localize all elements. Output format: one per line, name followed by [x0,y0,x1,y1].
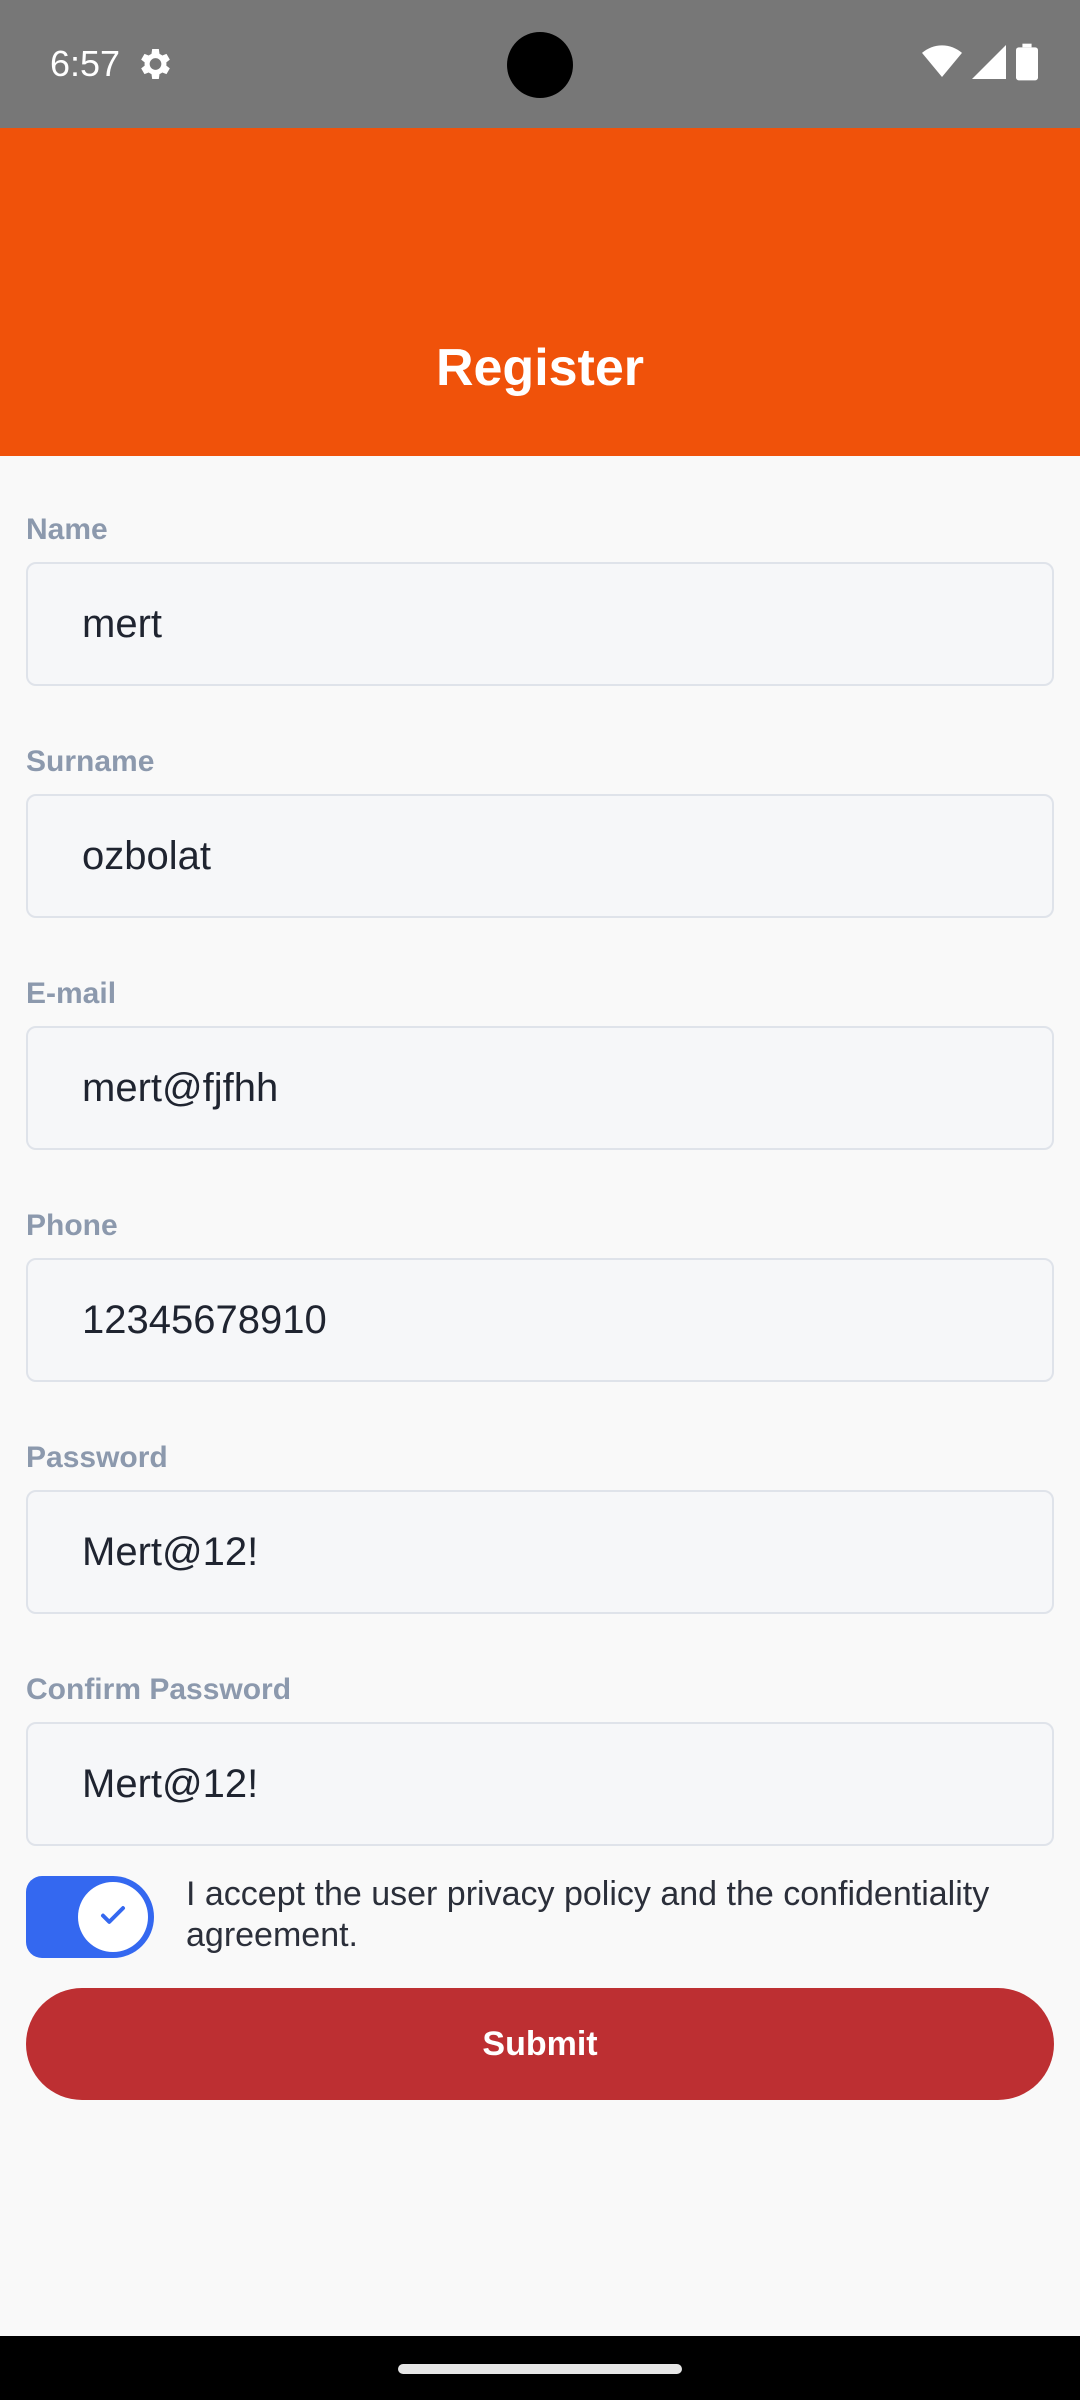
phone-label: Phone [26,1209,118,1242]
settings-gear-icon [134,44,174,84]
navigation-bar [0,2336,1080,2400]
consent-toggle[interactable] [26,1876,154,1958]
consent-text: I accept the user privacy policy and the… [186,1875,990,1954]
page-title: Register [435,339,645,397]
password-field-group: Password [26,1384,1054,1616]
battery-icon [1016,43,1038,86]
wifi-icon [922,44,962,84]
password-label: Password [26,1441,168,1474]
confirm-password-input[interactable] [26,1722,1054,1846]
confirm-password-field-group: Confirm Password [26,1616,1054,1848]
name-field-group: Name [26,456,1054,688]
toggle-knob [78,1882,148,1952]
name-input[interactable] [26,562,1054,686]
status-bar: 6:57 [0,0,1080,128]
submit-button[interactable]: Submit [26,1988,1054,2100]
email-field-group: E-mail [26,920,1054,1152]
password-input[interactable] [26,1490,1054,1614]
confirm-password-label: Confirm Password [26,1673,292,1706]
register-screen: 6:57 Register Name mert Surname ozbolat … [0,0,1080,2400]
name-label: Name [26,513,108,546]
phone-input[interactable] [26,1258,1054,1382]
app-header: Register [0,128,1080,456]
home-gesture-handle[interactable] [398,2364,682,2374]
email-input[interactable] [26,1026,1054,1150]
surname-label: Surname [26,745,155,778]
status-icons [922,43,1038,86]
camera-cutout [507,32,573,98]
phone-field-group: Phone [26,1152,1054,1384]
consent-row: I accept the user privacy policy and the… [26,1872,1054,1958]
email-label: E-mail [26,977,117,1010]
checkmark-icon [98,1900,128,1935]
surname-input[interactable] [26,794,1054,918]
cellular-signal-icon [972,44,1006,84]
status-time: 6:57 [50,43,121,84]
register-form: Name Surname E-mail Phone Password Confi… [26,456,1054,1848]
surname-field-group: Surname [26,688,1054,920]
